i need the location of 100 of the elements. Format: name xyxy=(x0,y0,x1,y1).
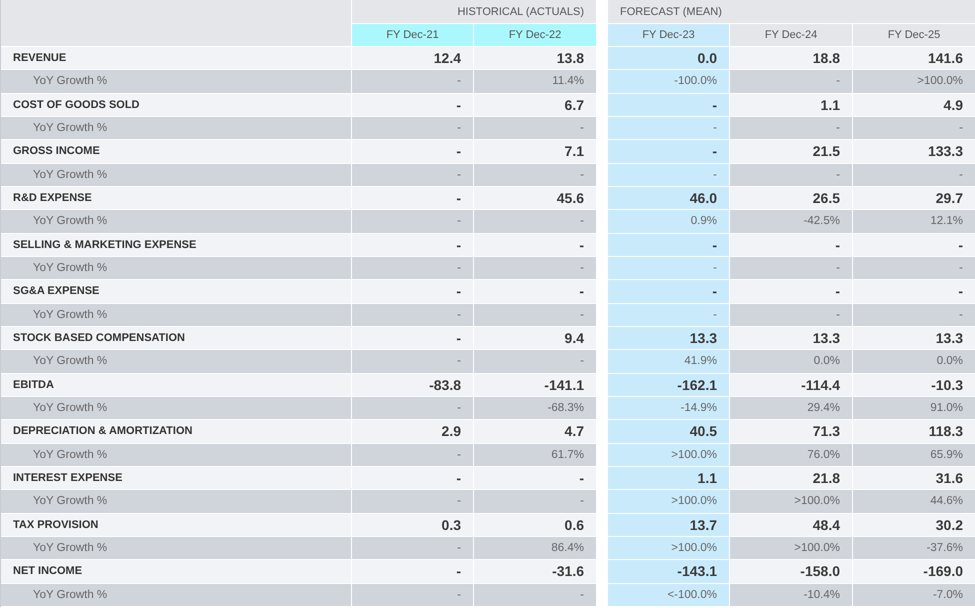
table-cell: - xyxy=(457,262,461,274)
table-cell: -83.8 xyxy=(429,376,461,393)
table-cell: - xyxy=(579,470,584,486)
group-header: HISTORICAL (ACTUALS) xyxy=(457,6,584,18)
row-label: YoY Growth % xyxy=(33,495,108,508)
table-cell: - xyxy=(713,262,717,274)
table-cell: 1.1 xyxy=(698,470,717,486)
table-cell: 118.3 xyxy=(928,423,963,440)
row-label: YoY Growth % xyxy=(33,75,108,88)
table-cell: 31.6 xyxy=(936,470,963,486)
table-cell: 45.6 xyxy=(556,190,584,206)
table-cell: -162.1 xyxy=(677,376,717,393)
table-cell: - xyxy=(713,122,717,134)
table-cell: - xyxy=(457,355,461,368)
table-cell: - xyxy=(457,542,461,554)
table-cell: -169.0 xyxy=(923,563,963,580)
table-cell: >100.0% xyxy=(671,448,717,461)
table-cell: 21.8 xyxy=(812,470,840,486)
table-cell: - xyxy=(959,122,963,134)
table-cell: >100.0% xyxy=(671,495,717,508)
column-header[interactable]: FY Dec-21 xyxy=(352,24,474,47)
column-header[interactable]: FY Dec-22 xyxy=(474,24,597,47)
table-cell: 26.5 xyxy=(812,190,840,206)
table-cell: - xyxy=(457,75,461,88)
table-cell: 71.3 xyxy=(812,423,840,440)
table-cell: - xyxy=(712,236,717,253)
table-cell: - xyxy=(958,283,963,300)
table-cell: 44.6% xyxy=(930,495,963,508)
row-label: COST OF GOODS SOLD xyxy=(13,98,140,111)
column-header[interactable]: FY Dec-25 xyxy=(853,24,975,47)
table-cell: 6.7 xyxy=(564,96,584,113)
row-label: YoY Growth % xyxy=(33,355,108,368)
table-cell: 11.4% xyxy=(552,75,584,88)
table-cell: 133.3 xyxy=(928,143,963,160)
table-cell: - xyxy=(580,495,584,508)
row-label: YoY Growth % xyxy=(33,262,108,274)
table-cell: - xyxy=(836,308,840,321)
table-cell: - xyxy=(836,262,840,274)
table-cell: -100.0% xyxy=(674,75,717,88)
table-cell: - xyxy=(456,283,461,300)
table-cell: >100.0% xyxy=(917,75,963,88)
table-cell: -158.0 xyxy=(800,563,840,580)
table-cell: -68.3% xyxy=(548,402,584,414)
table-cell: - xyxy=(959,308,963,321)
table-cell: -7.0% xyxy=(932,588,963,601)
table-cell: - xyxy=(580,308,584,321)
row-label: SG&A EXPENSE xyxy=(13,285,100,298)
table-cell: - xyxy=(457,495,461,508)
table-cell: -10.4% xyxy=(804,588,840,601)
row-label: YoY Growth % xyxy=(33,122,108,134)
row-label: REVENUE xyxy=(13,52,66,64)
table-cell: 13.7 xyxy=(690,516,717,533)
table-cell: -42.5% xyxy=(804,215,840,228)
table-cell: - xyxy=(456,470,461,486)
table-cell: 0.0 xyxy=(698,50,717,66)
row-label: NET INCOME xyxy=(13,565,82,578)
table-cell: -31.6 xyxy=(552,563,584,580)
table-cell: 0.3 xyxy=(442,516,461,533)
column-header[interactable]: FY Dec-24 xyxy=(730,24,853,47)
table-cell: <-100.0% xyxy=(667,588,717,601)
table-cell: 61.7% xyxy=(551,448,584,461)
column-header[interactable]: FY Dec-23 xyxy=(608,24,730,47)
table-cell: - xyxy=(580,355,584,368)
row-label: R&D EXPENSE xyxy=(13,192,92,204)
row-label: YoY Growth % xyxy=(33,168,108,181)
table-cell: - xyxy=(579,283,584,300)
table-cell: - xyxy=(958,236,963,253)
row-label: EBITDA xyxy=(13,378,54,391)
table-cell: - xyxy=(713,168,717,181)
table-cell: 21.5 xyxy=(812,143,840,160)
table-cell: 7.1 xyxy=(564,143,584,160)
table-cell: 13.8 xyxy=(556,50,584,66)
row-label: STOCK BASED COMPENSATION xyxy=(13,332,185,344)
table-cell: 12.1% xyxy=(930,215,963,228)
row-label: TAX PROVISION xyxy=(13,518,98,531)
table-cell: >100.0% xyxy=(671,542,717,554)
table-cell: - xyxy=(457,168,461,181)
table-cell: 48.4 xyxy=(812,516,840,533)
table-cell: - xyxy=(579,236,584,253)
table-cell: - xyxy=(580,122,584,134)
row-label: YoY Growth % xyxy=(33,308,108,321)
table-cell: - xyxy=(456,236,461,253)
table-cell: - xyxy=(835,236,840,253)
table-cell: - xyxy=(580,215,584,228)
table-cell: 0.0% xyxy=(814,355,840,368)
table-cell: -114.4 xyxy=(801,376,840,393)
table-cell: -10.3 xyxy=(931,376,963,393)
table-cell: 65.9% xyxy=(930,448,963,461)
table-cell: - xyxy=(456,563,461,580)
table-cell: 76.0% xyxy=(807,448,840,461)
table-cell: >100.0% xyxy=(794,542,840,554)
table-cell: - xyxy=(580,262,584,274)
table-cell: 9.4 xyxy=(564,330,584,346)
table-cell: -37.6% xyxy=(926,542,963,554)
row-label: GROSS INCOME xyxy=(13,145,100,158)
table-cell: 18.8 xyxy=(812,50,840,66)
table-cell: 0.9% xyxy=(690,215,717,228)
table-cell: 86.4% xyxy=(551,542,584,554)
table-cell: 13.3 xyxy=(936,330,963,346)
table-cell: - xyxy=(959,168,963,181)
